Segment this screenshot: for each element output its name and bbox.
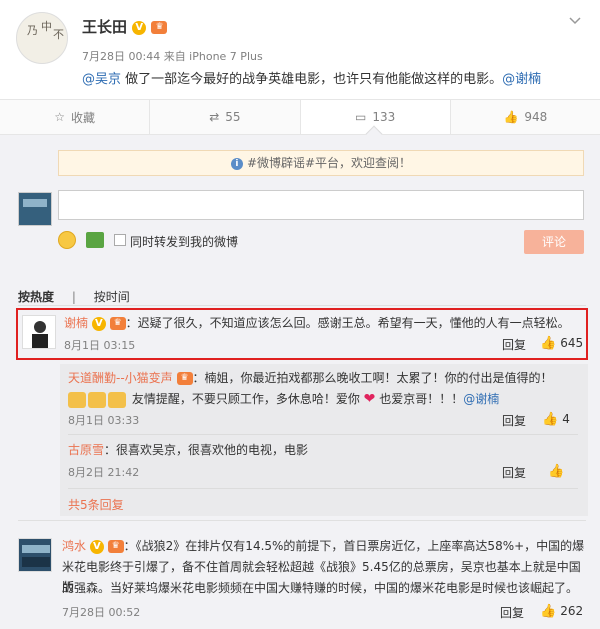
- repost-icon: ⇄: [209, 110, 220, 124]
- thumbs-up-emoji-icon: [68, 391, 86, 408]
- vip-icon: ♛: [109, 317, 126, 330]
- reply-text: 也爱京哥！！！: [379, 392, 464, 406]
- reply-link[interactable]: 回复: [502, 464, 526, 481]
- divider: [68, 434, 578, 435]
- reply-author[interactable]: 天道酬勤--小猫变声: [68, 371, 173, 385]
- divider: [18, 305, 586, 306]
- repost-checkbox[interactable]: [114, 234, 126, 246]
- reply-text: ：很喜欢吴京，很喜欢他的电视，电影: [104, 443, 309, 457]
- reply-line: 古原雪：很喜欢吴京，很喜欢他的电视，电影: [68, 440, 308, 460]
- info-icon: i: [230, 157, 243, 170]
- sort-tabs: 按热度 | 按时间: [18, 290, 130, 304]
- comment-time: 7月28日 00:52: [62, 606, 141, 619]
- star-icon: ☆: [54, 110, 65, 124]
- mention-link[interactable]: @谢楠: [502, 72, 541, 87]
- post-author[interactable]: 王长田 V ♛: [82, 16, 168, 37]
- emoji-icon[interactable]: [58, 231, 76, 249]
- tab-time[interactable]: 按时间: [94, 290, 130, 304]
- author-avatar[interactable]: 乃 中 不: [16, 12, 68, 64]
- reply-author[interactable]: 古原雪: [68, 443, 104, 457]
- notice-text: #微博辟谣#平台，欢迎查阅！: [246, 156, 412, 170]
- reply-like-button[interactable]: 👍 4: [542, 412, 570, 427]
- reply-time: 8月1日 03:33: [68, 414, 140, 427]
- reply-line: 友情提醒，不要只顾工作，多休息哈！爱你 ❤ 也爱京哥！！！@谢楠: [68, 389, 499, 409]
- comment-like-count: 645: [560, 336, 584, 350]
- repost-button[interactable]: ⇄ 55: [150, 100, 301, 134]
- avatar-glyph: 不: [53, 28, 64, 41]
- thumbs-up-icon: 👍: [503, 110, 519, 124]
- thumbs-up-icon: 👍: [540, 336, 557, 351]
- avatar-glyph: 中: [41, 20, 52, 33]
- tab-hot[interactable]: 按热度: [18, 290, 54, 304]
- reply-like-count: 4: [562, 412, 570, 426]
- action-bar: ☆ 收藏 ⇄ 55 ▭ 133 👍 948: [0, 99, 600, 135]
- post-text: @吴京 做了一部迄今最好的战争英雄电影，也许只有他能做这样的电影。@谢楠: [82, 70, 592, 90]
- author-name[interactable]: 王长田: [82, 18, 127, 36]
- comment-line: 谢楠 V ♛ ：迟疑了很久，不知道应该怎么回。感谢王总。希望有一天，懂他的人有一点…: [64, 313, 570, 333]
- notice-banner[interactable]: i #微博辟谣#平台，欢迎查阅！: [58, 150, 584, 176]
- comment-input[interactable]: [58, 190, 584, 220]
- reply-line: 天道酬勤--小猫变声 ♛ ：楠姐，你最近拍戏都那么晚收工啊！太累了！你的付出是值得…: [68, 368, 553, 388]
- divider: [18, 520, 586, 521]
- more-replies-link[interactable]: 共5条回复: [68, 496, 124, 513]
- reply-link[interactable]: 回复: [500, 604, 524, 621]
- heart-icon: ❤: [363, 391, 376, 407]
- commenter-avatar[interactable]: [18, 538, 52, 572]
- avatar-glyph: 乃: [27, 24, 38, 37]
- vip-icon: ♛: [176, 372, 193, 385]
- like-button[interactable]: 👍 948: [451, 100, 600, 134]
- reply-link[interactable]: 回复: [502, 412, 526, 429]
- comment-line: 的强森。当好莱坞爆米花电影频频在中国大赚特赚的时候，中国的爆米花电影是时候也该崛…: [62, 581, 579, 595]
- comment-text: ：《战狼2》在排片仅有14.5%的前提下，首日票房近亿，上座率高达58%+，中国…: [123, 539, 585, 553]
- comment-text: ：迟疑了很久，不知道应该怎么回。感谢王总。希望有一天，懂他的人有一点轻松。: [125, 316, 570, 330]
- comment-count: 133: [372, 110, 396, 124]
- divider: [68, 488, 578, 489]
- repost-checkbox-label: 同时转发到我的微博: [130, 235, 239, 249]
- reply-text: 友情提醒，不要只顾工作，多休息哈！爱你: [131, 392, 360, 406]
- like-count: 948: [524, 110, 548, 124]
- favorite-label: 收藏: [71, 110, 96, 125]
- my-avatar: [18, 192, 52, 226]
- reply-text: ：楠姐，你最近拍戏都那么晚收工啊！太累了！你的付出是值得的！: [192, 371, 553, 385]
- reply-link[interactable]: 回复: [502, 336, 526, 353]
- thumbs-up-emoji-icon: [88, 391, 106, 408]
- thumbs-up-icon: 👍: [540, 604, 557, 619]
- verified-icon: V: [91, 316, 106, 331]
- comment-like-button[interactable]: 👍 262: [540, 604, 583, 619]
- comment-icon: ▭: [355, 110, 367, 124]
- post-meta: 7月28日 00:44 来自 iPhone 7 Plus: [82, 50, 263, 63]
- chevron-down-icon[interactable]: [568, 14, 584, 30]
- thumbs-up-emoji-icon: [108, 391, 126, 408]
- reply-time: 8月2日 21:42: [68, 466, 140, 479]
- comment-line: 鸿水 V ♛ ：《战狼2》在排片仅有14.5%的前提下，首日票房近亿，上座率高达5…: [62, 536, 592, 556]
- commenter-avatar[interactable]: [22, 315, 56, 349]
- favorite-button[interactable]: ☆ 收藏: [0, 100, 151, 134]
- repost-count: 55: [225, 110, 241, 124]
- mention-link[interactable]: @谢楠: [463, 392, 499, 406]
- comment-like-button[interactable]: 👍 645: [540, 336, 583, 351]
- post-body: 做了一部迄今最好的战争英雄电影，也许只有他能做这样的电影。: [121, 72, 503, 87]
- vip-icon: ♛: [107, 540, 124, 553]
- comment-time: 8月1日 03:15: [64, 339, 136, 352]
- verified-icon: V: [89, 539, 104, 554]
- verified-icon: V: [132, 20, 147, 35]
- thumbs-up-icon: 👍: [548, 464, 565, 479]
- submit-comment-button[interactable]: 评论: [524, 230, 584, 254]
- reply-like-button[interactable]: 👍: [548, 464, 568, 479]
- mention-link[interactable]: @吴京: [82, 72, 121, 87]
- thumbs-up-icon: 👍: [542, 412, 559, 427]
- image-icon[interactable]: [86, 232, 104, 248]
- commenter-name[interactable]: 谢楠: [64, 316, 88, 330]
- commenter-name[interactable]: 鸿水: [62, 539, 86, 553]
- vip-icon: ♛: [151, 21, 168, 34]
- comment-like-count: 262: [560, 604, 584, 618]
